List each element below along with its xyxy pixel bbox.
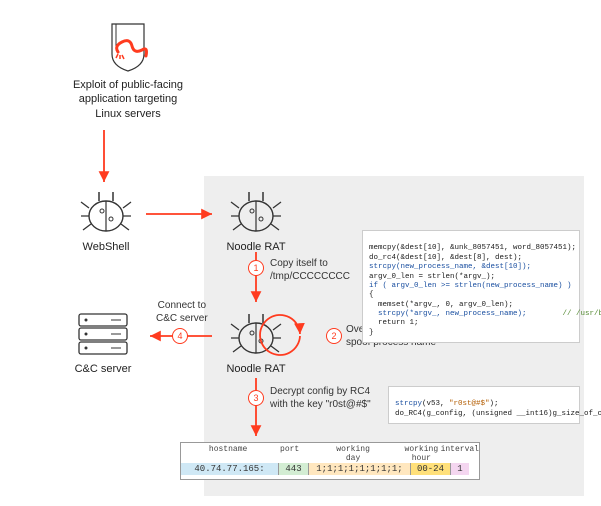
code1-l10: } [369,329,374,337]
code-snippet-rc4: strcpy(v53, strcpy(v53, "r0st@#$");"r0st… [388,386,580,424]
bug-icon [79,188,133,236]
config-workinghour: 00-24 [411,463,451,475]
code1-l7: memset(*argv_, 0, argv_0_len); [369,301,513,309]
code1-l4: argv_0_len = strlen(*argv_); [369,273,495,281]
node-exploit: Exploit of public-facing application tar… [58,18,198,121]
step-3-badge: 3 [248,390,264,406]
code1-l3: strcpy(new_process_name, &dest[10]); [369,263,531,271]
node-noodle-1: Noodle RAT [216,188,296,254]
config-interval: 1 [451,463,469,475]
exploit-label: Exploit of public-facing application tar… [58,78,198,121]
config-header-port: port [275,445,304,463]
step-1-num: 1 [253,263,258,273]
step-1-badge: 1 [248,260,264,276]
bug-icon [229,188,283,236]
node-cnc-server: C&C server [58,310,148,376]
step-1-text: Copy itself to /tmp/CCCCCCCC [270,258,350,283]
config-data-row: 40.74.77.165: 443 1;1;1;1;1;1;1;1; 00-24… [181,463,479,475]
code1-l2: do_rc4(&dest[10], &dest[8], dest); [369,254,522,262]
code1-l8: strcpy(*argv_, new_process_name); [369,310,527,318]
step-3-text: Decrypt config by RC4 with the key "r0st… [270,386,371,411]
code1-l6: { [369,291,374,299]
config-header-workingday: working day [304,445,402,463]
code-snippet-argv: memcpy(&dest[10], &unk_8057451, word_805… [362,230,580,343]
config-workingday: 1;1;1;1;1;1;1;1; [309,463,411,475]
webshell-label: WebShell [66,240,146,254]
code2-l2: do_RC4(g_config, (unsigned __int16)g_siz… [395,410,601,418]
config-header-interval: interval [441,445,479,463]
config-port: 443 [279,463,309,475]
step-4-badge: 4 [172,328,188,344]
node-webshell: WebShell [66,188,146,254]
code1-l8c: // /usr/bin/node [563,310,601,318]
step-3-num: 3 [253,393,258,403]
step-2-badge: 2 [326,328,342,344]
step-4-text: Connect to C&C server [156,300,208,325]
noodle-1-label: Noodle RAT [216,240,296,254]
code1-l5: if ( argv_0_len >= strlen(new_process_na… [369,282,572,290]
code1-l1: memcpy(&dest[10], &unk_8057451, word_805… [369,244,576,252]
config-hostname: 40.74.77.165: [181,463,279,475]
step-4-num: 4 [177,331,182,341]
config-header-workinghour: working hour [402,445,440,463]
config-table: hostname port working day working hour i… [180,442,480,480]
server-icon [73,310,133,358]
config-header-hostname: hostname [181,445,275,463]
bug-icon [229,310,283,358]
code1-l9: return 1; [369,319,419,327]
step-2-num: 2 [331,331,336,341]
config-header-row: hostname port working day working hour i… [181,445,479,463]
cnc-label: C&C server [58,362,148,376]
node-noodle-2: Noodle RAT [216,310,296,376]
noodle-2-label: Noodle RAT [216,362,296,376]
shield-worm-icon [102,18,154,74]
